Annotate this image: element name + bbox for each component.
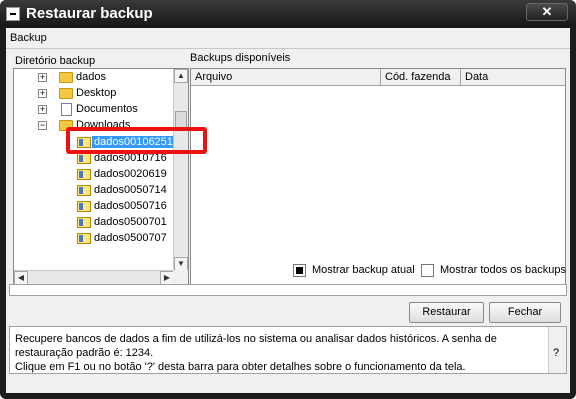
- close-window-button[interactable]: ✕: [526, 3, 568, 21]
- expand-icon[interactable]: +: [38, 89, 47, 98]
- folder-icon: [59, 72, 73, 83]
- tree-item-backup[interactable]: dados0500701: [14, 215, 174, 231]
- help-bar: Recupere bancos de dados a fim de utiliz…: [9, 326, 567, 374]
- help-line: restauração padrão é: 1234.: [15, 347, 154, 359]
- scroll-down-icon[interactable]: ▼: [174, 257, 188, 271]
- scroll-left-icon[interactable]: ◀: [14, 271, 28, 285]
- tree-horizontal-scrollbar[interactable]: ◀ ▶: [14, 270, 174, 285]
- restore-backup-window: Restaurar backup ✕ Backup Diretório back…: [0, 0, 576, 399]
- menu-backup[interactable]: Backup: [10, 32, 47, 44]
- help-button[interactable]: ?: [553, 347, 559, 359]
- document-icon: [61, 103, 72, 116]
- tree-item-label: dados0500707: [94, 232, 167, 244]
- tree-item-label: dados0500701: [94, 216, 167, 228]
- help-text: Recupere bancos de dados a fim de utiliz…: [15, 332, 550, 374]
- window-title: Restaurar backup: [26, 5, 153, 22]
- tree-item-backup[interactable]: dados0050716: [14, 199, 174, 215]
- tree-item-label: Desktop: [76, 87, 117, 99]
- backup-directory-tree[interactable]: + dados + Desktop + Documentos − Downloa…: [13, 68, 189, 286]
- column-header-arquivo[interactable]: Arquivo: [191, 69, 381, 86]
- tree-item-label: dados0050716: [94, 200, 167, 212]
- scroll-corner: [173, 270, 188, 285]
- scroll-up-icon[interactable]: ▲: [174, 69, 188, 83]
- available-backups-label: Backups disponíveis: [190, 52, 291, 64]
- database-icon: [77, 217, 91, 228]
- tree-item-documentos[interactable]: + Documentos: [14, 102, 174, 118]
- tree-item-desktop[interactable]: + Desktop: [14, 86, 174, 102]
- tree-vertical-scrollbar[interactable]: ▲ ▼: [173, 69, 188, 271]
- menu-separator: [6, 48, 570, 49]
- tree-item-label: dados0050714: [94, 184, 167, 196]
- restore-progress-bar: [9, 284, 567, 296]
- database-icon: [77, 153, 91, 164]
- expand-icon[interactable]: +: [38, 73, 47, 82]
- tree-item-label: Documentos: [76, 103, 138, 115]
- database-icon: [77, 185, 91, 196]
- database-icon: [77, 201, 91, 212]
- selection-highlight-box: [66, 127, 207, 154]
- expand-icon[interactable]: +: [38, 105, 47, 114]
- menu-bar: Backup: [6, 28, 570, 48]
- help-side-panel: ?: [548, 327, 566, 373]
- title-bar[interactable]: Restaurar backup ✕: [0, 0, 576, 28]
- collapse-icon[interactable]: −: [38, 121, 47, 130]
- tree-item-backup[interactable]: dados0050714: [14, 183, 174, 199]
- window-content: Backup Diretório backup Backups disponív…: [6, 28, 570, 393]
- column-header-data[interactable]: Data: [461, 69, 565, 86]
- tree-item-label: dados0020619: [94, 168, 167, 180]
- tree-item-label: dados: [76, 71, 106, 83]
- tree-item-backup[interactable]: dados0020619: [14, 167, 174, 183]
- tree-item-backup[interactable]: dados0500707: [14, 231, 174, 247]
- close-button[interactable]: Fechar: [489, 302, 561, 323]
- show-current-backup-checkbox[interactable]: [293, 264, 306, 277]
- show-all-backups-checkbox[interactable]: [421, 264, 434, 277]
- restore-button[interactable]: Restaurar: [409, 302, 484, 323]
- column-header-cod-fazenda[interactable]: Cód. fazenda: [381, 69, 461, 86]
- scroll-right-icon[interactable]: ▶: [160, 271, 174, 285]
- help-line: Clique em F1 ou no botão '?' desta barra…: [15, 361, 466, 373]
- folder-icon: [59, 88, 73, 99]
- database-icon: [77, 169, 91, 180]
- show-all-backups-label: Mostrar todos os backups: [440, 264, 566, 276]
- backups-table[interactable]: Arquivo Cód. fazenda Data: [190, 68, 566, 286]
- tree-item-dados[interactable]: + dados: [14, 70, 174, 86]
- show-current-backup-label: Mostrar backup atual: [312, 264, 415, 276]
- backup-directory-label: Diretório backup: [15, 55, 96, 67]
- help-line: Recupere bancos de dados a fim de utiliz…: [15, 333, 497, 345]
- database-icon: [77, 233, 91, 244]
- window-menu-icon[interactable]: [6, 7, 20, 21]
